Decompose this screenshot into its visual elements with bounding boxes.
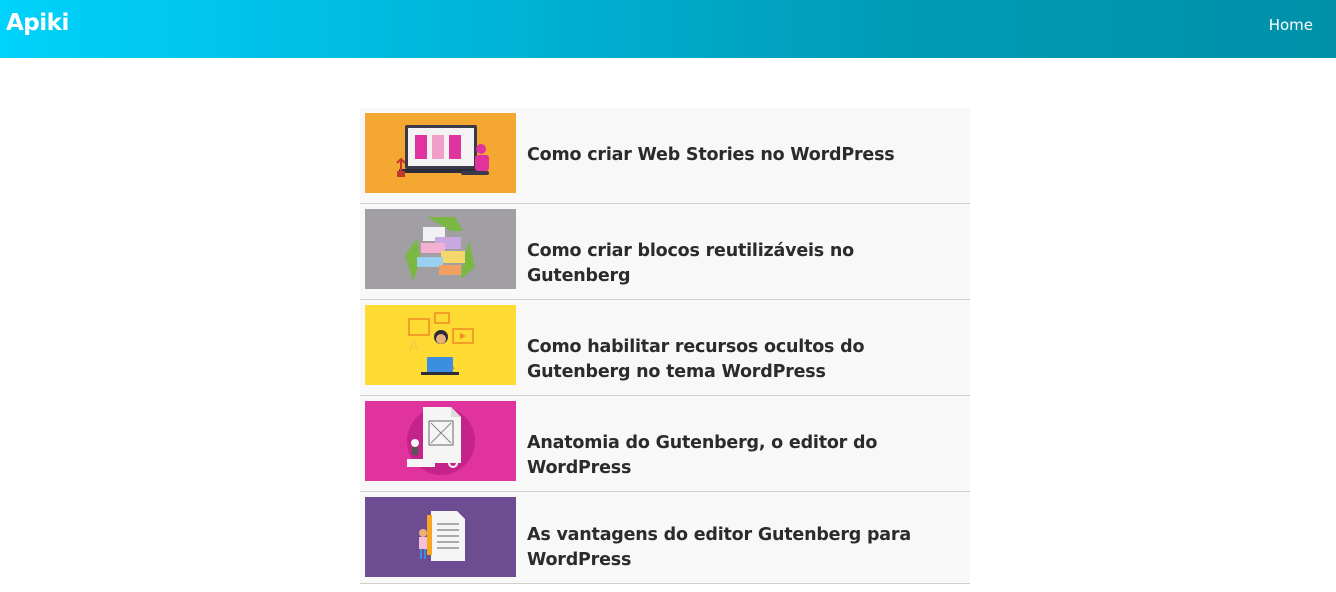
post-card[interactable]: As vantagens do editor Gutenberg para Wo… bbox=[360, 492, 970, 584]
svg-text:A: A bbox=[409, 339, 419, 355]
nav-home-link[interactable]: Home bbox=[1269, 16, 1313, 34]
brand-logo[interactable]: Apiki bbox=[6, 10, 69, 36]
laptop-web-stories-illustration[interactable] bbox=[365, 113, 516, 193]
post-card[interactable]: Como criar blocos reutilizáveis no Guten… bbox=[360, 204, 970, 300]
post-title[interactable]: Como habilitar recursos ocultos do Guten… bbox=[527, 335, 954, 385]
recycle-blocks-illustration[interactable] bbox=[365, 209, 516, 289]
post-title[interactable]: As vantagens do editor Gutenberg para Wo… bbox=[527, 523, 954, 573]
post-card[interactable]: Como criar Web Stories no WordPress bbox=[360, 108, 970, 204]
person-document-illustration[interactable] bbox=[365, 497, 516, 577]
woman-laptop-illustration[interactable]: A bbox=[365, 305, 516, 385]
post-title[interactable]: Como criar Web Stories no WordPress bbox=[527, 143, 954, 168]
post-card[interactable]: A Como habilitar recursos ocultos do Gut… bbox=[360, 300, 970, 396]
site-header: Apiki Home bbox=[0, 0, 1336, 58]
post-title[interactable]: Como criar blocos reutilizáveis no Guten… bbox=[527, 239, 954, 289]
post-list: Como criar Web Stories no WordPress Como… bbox=[360, 108, 970, 584]
post-card[interactable]: Anatomia do Gutenberg, o editor do WordP… bbox=[360, 396, 970, 492]
document-anatomy-illustration[interactable] bbox=[365, 401, 516, 481]
post-title[interactable]: Anatomia do Gutenberg, o editor do WordP… bbox=[527, 431, 954, 481]
